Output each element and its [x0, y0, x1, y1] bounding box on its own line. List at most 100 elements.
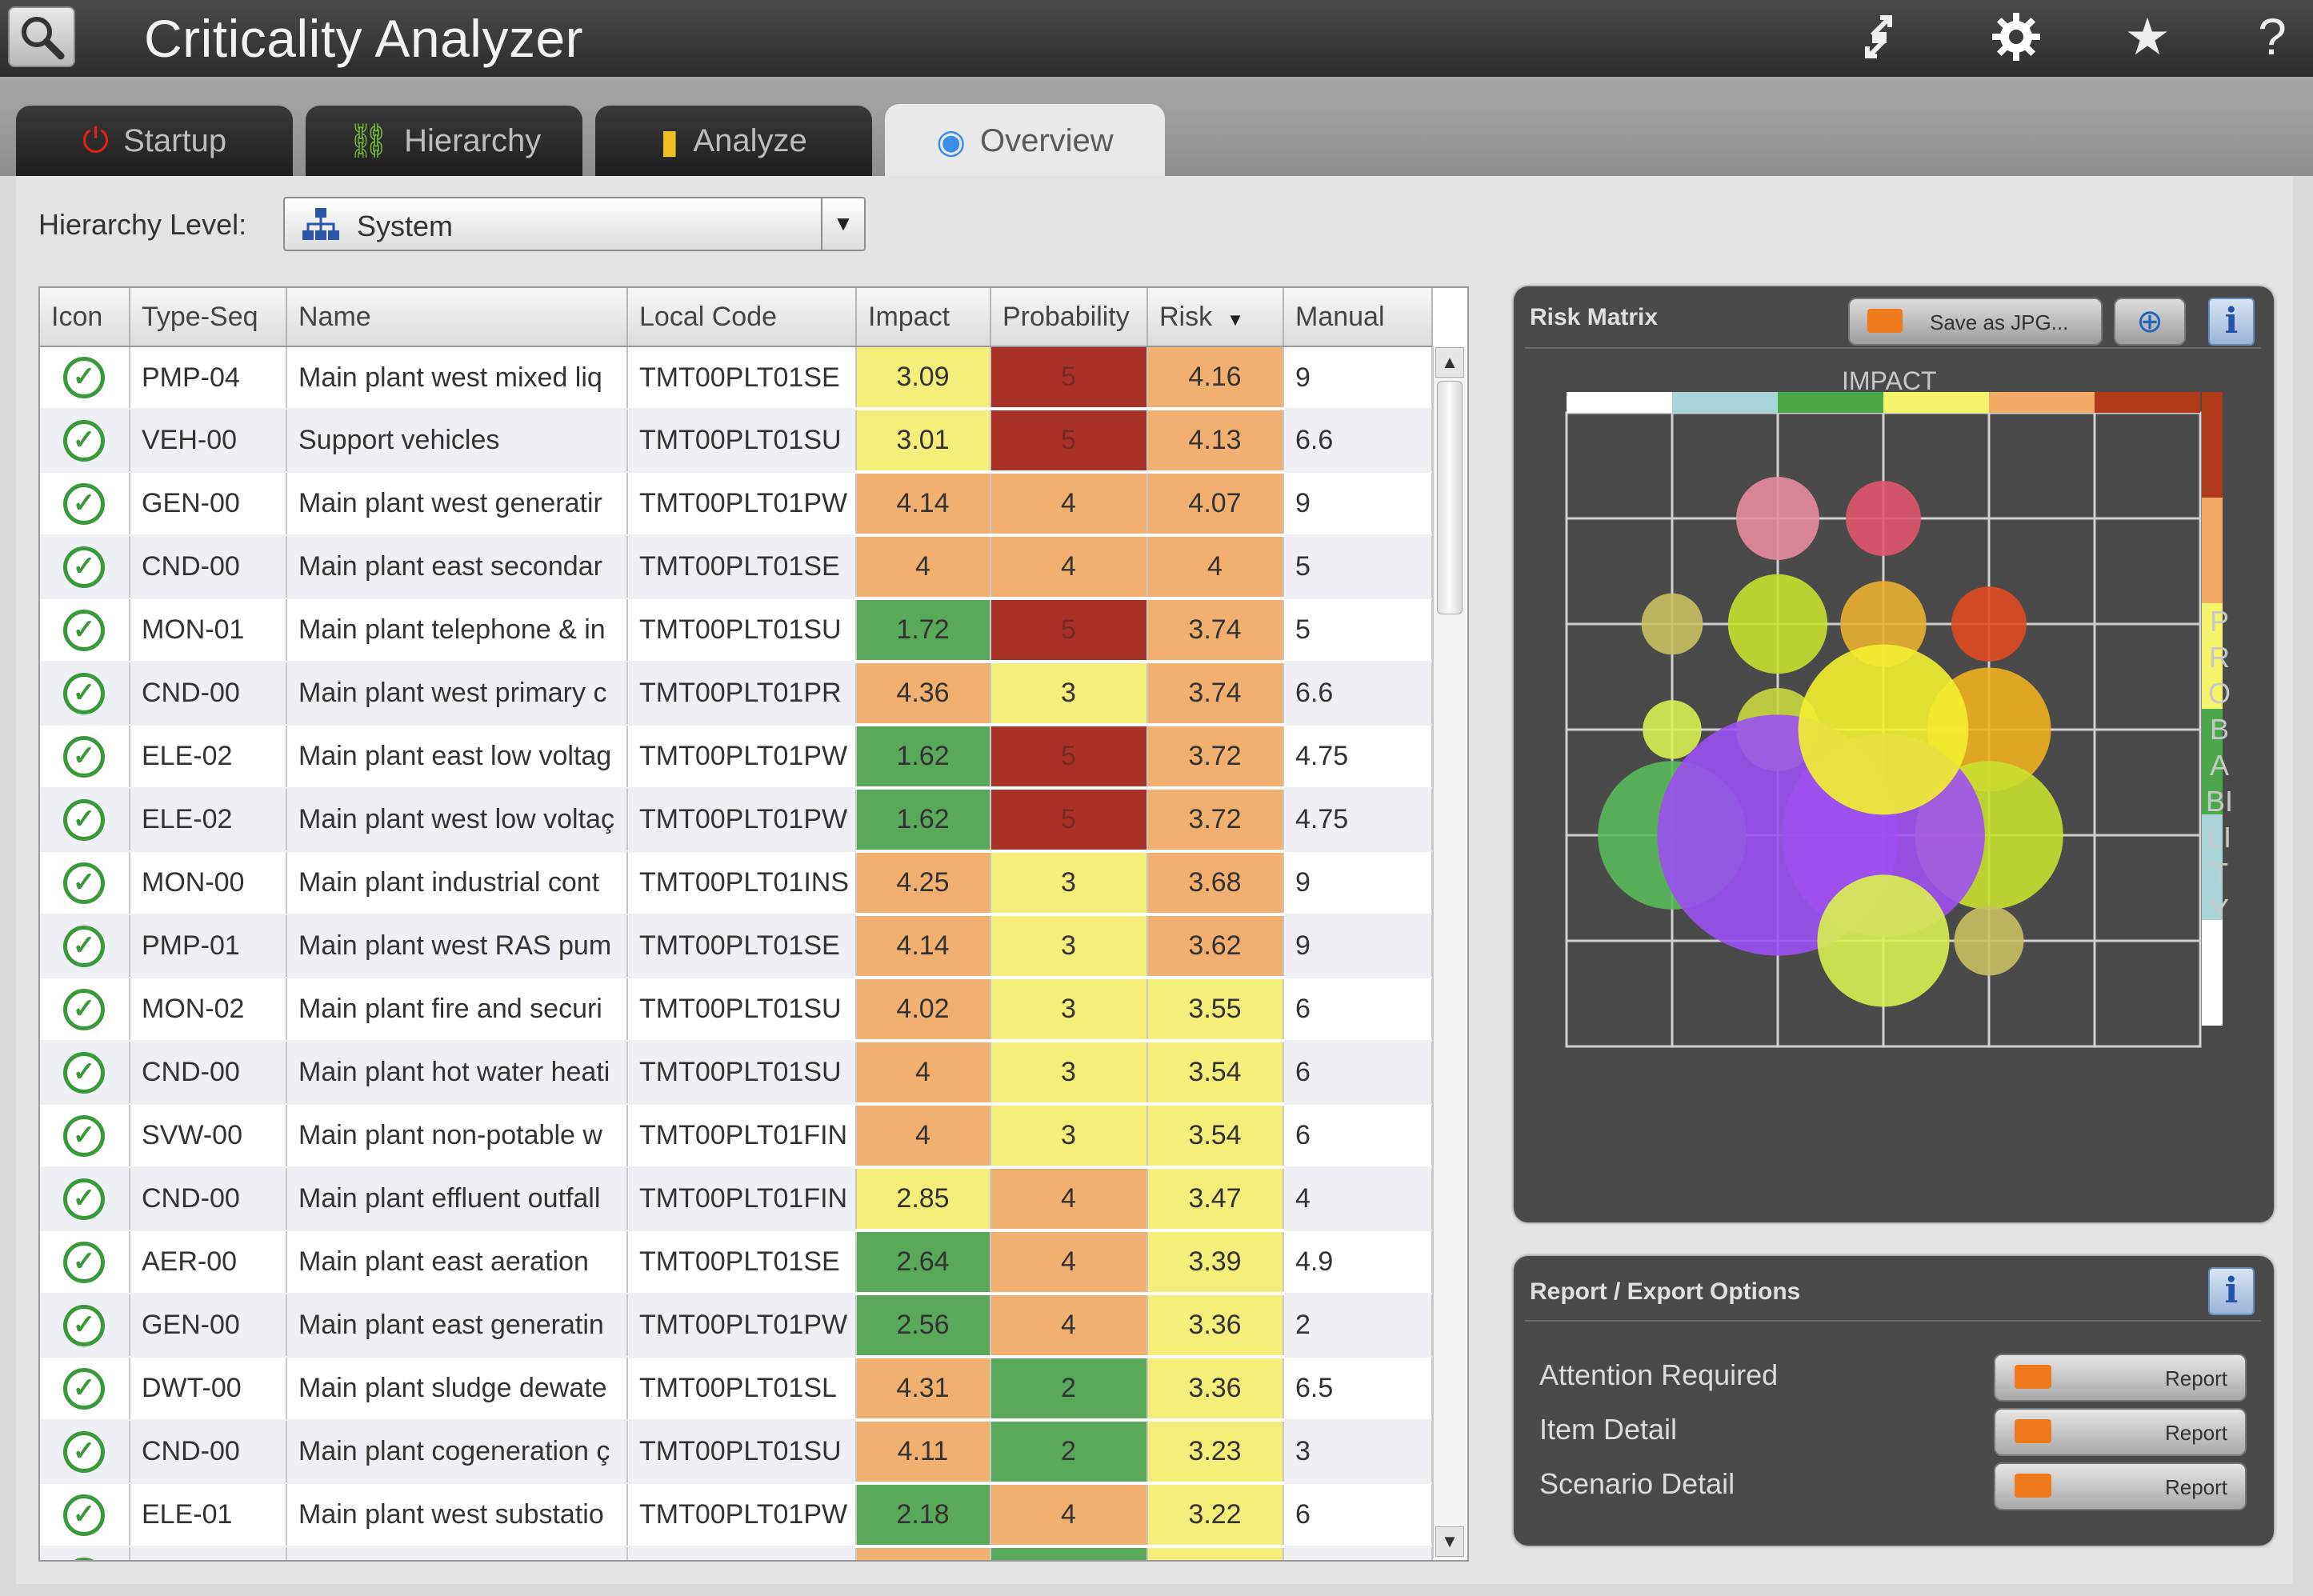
risk-cell: 3.68 — [1147, 851, 1284, 916]
table-row[interactable]: ✓ CND-00 Main plant hot water heati TMT00PL… — [40, 1041, 1433, 1106]
risk-bubble — [1954, 906, 2024, 976]
status-cell: ✓ — [40, 1294, 130, 1358]
tab-startup[interactable]: ⏻ Startup — [16, 106, 293, 176]
hierarchy-level-select[interactable]: System ▼ — [283, 197, 866, 251]
table-row[interactable]: ✓ DWT-00 Main plant sludge dewate TMT00PLT0… — [40, 1357, 1433, 1422]
table-row[interactable]: ✓ ELE-01 Main plant west substatio TMT00PLT… — [40, 1483, 1433, 1548]
risk-cell: 3.39 — [1147, 1230, 1284, 1295]
column-header-name[interactable]: Name — [286, 288, 628, 347]
printer-icon — [1867, 309, 1903, 333]
type-seq-cell: ELE-02 — [130, 725, 287, 789]
check-circle-icon: ✓ — [63, 609, 105, 651]
risk-cell: 3.22 — [1147, 1483, 1284, 1548]
chevron-down-icon[interactable]: ▼ — [821, 198, 864, 250]
bar-chart-icon: ▮ — [660, 122, 679, 160]
table-row[interactable]: ✓ ELE-02 Main plant west low voltaç TMT00PL… — [40, 788, 1433, 853]
scenario-detail-report-button[interactable]: Report — [1994, 1462, 2247, 1510]
probability-scale-segment — [2202, 498, 2223, 603]
impact-scale-segment — [1672, 392, 1778, 413]
zoom-in-icon[interactable]: ⊕ — [2114, 298, 2186, 346]
probability-cell: 3 — [990, 662, 1148, 726]
impact-cell: 4.14 — [856, 914, 991, 979]
table-header-row: Icon Type-Seq Name Local Code Impact Pro… — [40, 288, 1433, 347]
table-row[interactable]: ✓ CND-00Main plant west secondaiTMT00PLT0… — [40, 1546, 1433, 1560]
scrollbar-thumb[interactable] — [1437, 381, 1463, 614]
scroll-up-icon[interactable]: ▲ — [1435, 347, 1464, 378]
power-icon: ⏻ — [82, 121, 110, 159]
type-seq-cell: GEN-00 — [130, 1294, 287, 1358]
column-header-type-seq[interactable]: Type-Seq — [130, 288, 287, 347]
table-row[interactable]: ✓ MON-02 Main plant fire and securi TMT00PL… — [40, 978, 1433, 1042]
printer-icon — [2015, 1419, 2051, 1443]
check-circle-icon: ✓ — [63, 1367, 105, 1410]
column-header-risk[interactable]: Risk ▼ — [1147, 288, 1284, 347]
item-detail-report-button[interactable]: Report — [1994, 1408, 2247, 1456]
report-button-label: Report — [2164, 1475, 2227, 1499]
impact-scale-segment — [2095, 392, 2200, 413]
probability-axis-label: PROBABILITY — [2205, 605, 2233, 926]
vertical-scrollbar[interactable]: ▲ ▼ — [1432, 346, 1466, 1558]
manual-cell: 3 — [1283, 1420, 1433, 1484]
impact-cell: 4.36 — [856, 662, 991, 726]
column-header-local-code[interactable]: Local Code — [627, 288, 857, 347]
tab-overview[interactable]: ◉ Overview — [885, 104, 1165, 178]
save-as-jpg-button[interactable]: Save as JPG... — [1848, 298, 2103, 346]
risk-cell: 3.54 — [1147, 1104, 1284, 1169]
risk-cell: 4 — [1147, 535, 1284, 600]
local-code-cell: TMT00PLT01FIN — [627, 1167, 857, 1231]
manual-cell: 9 — [1283, 851, 1433, 915]
info-icon[interactable]: i — [2208, 298, 2255, 346]
name-cell: Main plant fire and securi — [286, 978, 628, 1042]
table-row[interactable]: ✓ CND-00 Main plant west primary c TMT00PLT… — [40, 662, 1433, 726]
name-cell: Main plant west RAS pum — [286, 914, 628, 978]
type-seq-cell: AER-00 — [130, 1230, 287, 1294]
table-row[interactable]: ✓ GEN-00 Main plant west generatir TMT00PLT… — [40, 472, 1433, 537]
probability-cell: 5 — [990, 788, 1148, 853]
magnifier-icon[interactable] — [8, 6, 75, 67]
check-circle-icon: ✓ — [63, 546, 105, 588]
table-row[interactable]: ✓ PMP-04 Main plant west mixed liq TMT00PLT… — [40, 346, 1433, 410]
attention-required-report-button[interactable]: Report — [1994, 1354, 2247, 1402]
column-header-probability[interactable]: Probability — [990, 288, 1148, 347]
tab-analyze[interactable]: ▮ Analyze — [595, 106, 872, 176]
hierarchy-level-value: System — [357, 210, 454, 242]
star-icon[interactable]: ★ — [2115, 8, 2179, 66]
table-row[interactable]: ✓ GEN-00 Main plant east generatin TMT00PLT… — [40, 1294, 1433, 1358]
local-code-cell: TMT00PLT01PW — [627, 788, 857, 852]
table-row[interactable]: ✓ VEH-00 Support vehicles TMT00PLT01SU 3.01 5… — [40, 409, 1433, 474]
table-row[interactable]: ✓ CND-00 Main plant cogeneration ç TMT00PLT… — [40, 1420, 1433, 1485]
fullscreen-icon[interactable] — [1848, 8, 1912, 66]
manual-cell: 6.5 — [1283, 1357, 1433, 1421]
status-cell: ✓ — [40, 1483, 130, 1547]
local-code-cell: TMT00PLT01SL — [627, 1357, 857, 1421]
local-code-cell: TMT00PLT01SE — [627, 914, 857, 978]
table-row[interactable]: ✓ PMP-01 Main plant west RAS pum TMT00PLT01… — [40, 914, 1433, 979]
tab-hierarchy[interactable]: ⛓ Hierarchy — [306, 106, 582, 176]
risk-bubble — [1846, 481, 1921, 556]
column-header-manual[interactable]: Manual — [1283, 288, 1433, 347]
table-row[interactable]: ✓ MON-00 Main plant industrial cont TMT00PL… — [40, 851, 1433, 916]
help-icon[interactable]: ? — [2240, 8, 2304, 66]
probability-cell: 5 — [990, 409, 1148, 474]
type-seq-cell: SVW-00 — [130, 1104, 287, 1168]
name-cell: Support vehicles — [286, 409, 628, 473]
scroll-down-icon[interactable]: ▼ — [1435, 1526, 1464, 1557]
table-row[interactable]: ✓ CND-00 Main plant effluent outfall TMT00P… — [40, 1167, 1433, 1232]
type-seq-cell: MON-01 — [130, 598, 287, 662]
column-header-impact[interactable]: Impact — [856, 288, 991, 347]
table-row[interactable]: ✓ SVW-00 Main plant non-potable w TMT00PLT0… — [40, 1104, 1433, 1169]
probability-cell: 4 — [990, 1167, 1148, 1232]
table-row[interactable]: ✓ MON-01 Main plant telephone & in TMT00PLT… — [40, 598, 1433, 663]
impact-cell: 4 — [856, 1041, 991, 1106]
gear-icon[interactable] — [1984, 8, 2048, 66]
probability-cell: 2 — [990, 1420, 1148, 1485]
manual-cell: 6 — [1283, 978, 1433, 1042]
name-cell: Main plant west secondai — [286, 1546, 628, 1560]
table-row[interactable]: ✓ AER-00 Main plant east aeration TMT00PLT0… — [40, 1230, 1433, 1295]
info-icon[interactable]: i — [2208, 1267, 2255, 1315]
risk-bubble — [1727, 574, 1828, 674]
table-row[interactable]: ✓ CND-00 Main plant east secondar TMT00PLT0… — [40, 535, 1433, 600]
column-header-icon[interactable]: Icon — [40, 288, 130, 347]
table-row[interactable]: ✓ ELE-02 Main plant east low voltag TMT00PL… — [40, 725, 1433, 790]
manual-cell: 4.9 — [1283, 1230, 1433, 1294]
